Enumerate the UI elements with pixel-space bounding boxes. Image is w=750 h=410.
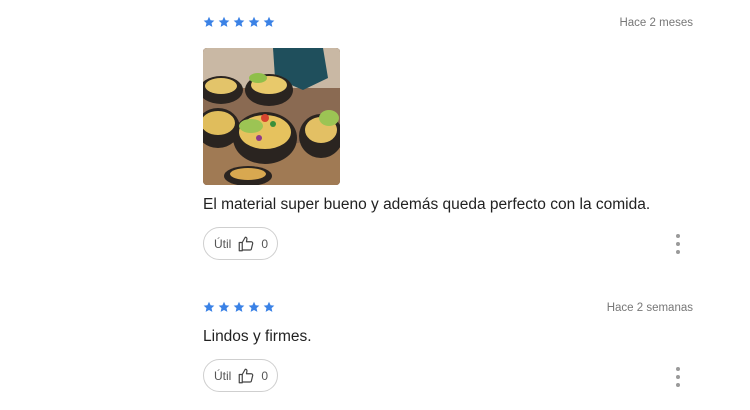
more-vertical-icon[interactable]	[673, 234, 683, 254]
review-text: Lindos y firmes.	[203, 328, 312, 345]
review-text: El material super bueno y además queda p…	[203, 196, 651, 213]
useful-label: Útil	[214, 236, 232, 251]
review-card: Hace 2 meses El material super bueno y a…	[0, 0, 750, 275]
useful-label: Útil	[214, 368, 232, 383]
star-rating	[203, 301, 275, 313]
review-date: Hace 2 meses	[619, 17, 693, 29]
star-icon	[233, 16, 245, 28]
thumbs-up-icon	[237, 367, 255, 385]
useful-count: 0	[261, 368, 269, 383]
star-icon	[263, 16, 275, 28]
review-date: Hace 2 semanas	[606, 302, 693, 314]
star-icon	[233, 301, 245, 313]
star-icon	[263, 301, 275, 313]
review-card: Hace 2 semanas Lindos y firmes. Útil 0	[0, 285, 750, 410]
review-photo[interactable]	[203, 48, 340, 185]
star-icon	[218, 16, 230, 28]
useful-button[interactable]: Útil 0	[203, 359, 278, 392]
star-rating	[203, 16, 275, 28]
useful-button[interactable]: Útil 0	[203, 227, 278, 260]
star-icon	[203, 301, 215, 313]
more-vertical-icon[interactable]	[673, 367, 683, 387]
food-photo-icon	[203, 48, 340, 185]
useful-count: 0	[261, 236, 269, 251]
star-icon	[203, 16, 215, 28]
thumbs-up-icon	[237, 235, 255, 253]
star-icon	[248, 301, 260, 313]
star-icon	[218, 301, 230, 313]
star-icon	[248, 16, 260, 28]
